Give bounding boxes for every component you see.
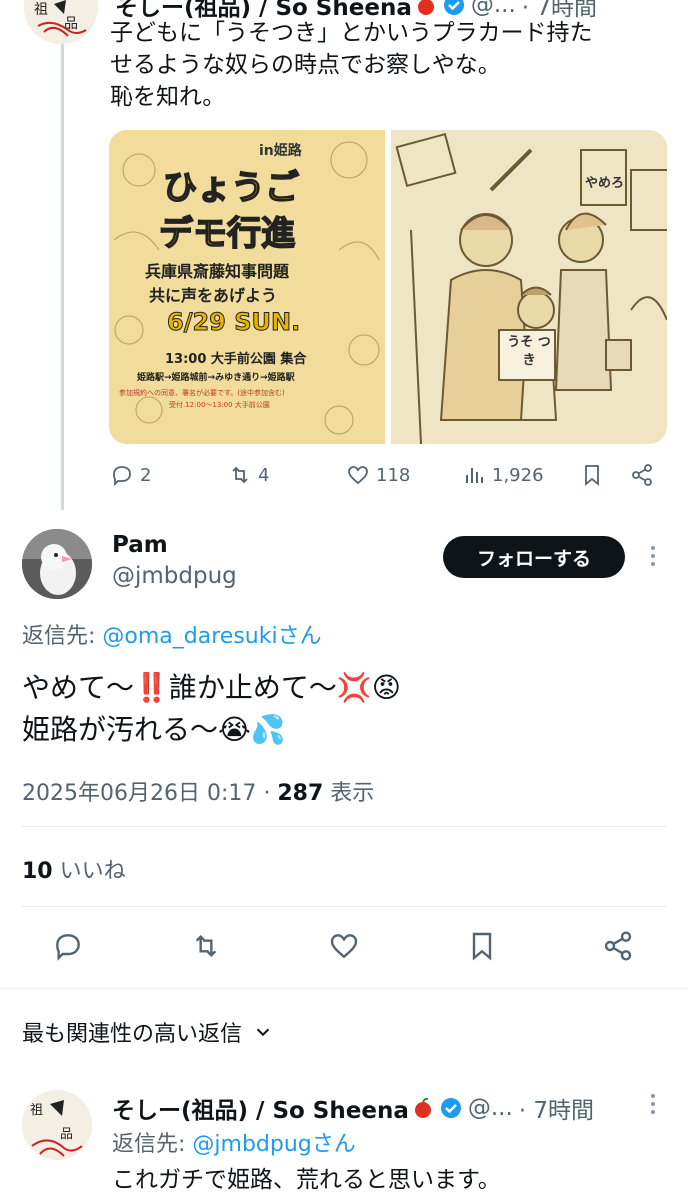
verified-badge-icon [443,0,465,16]
poster-route: 姫路駅→姫路城前→みゆき通り→姫路駅 [137,373,295,383]
share-icon [632,464,652,486]
like-button[interactable] [328,930,360,962]
handle: @... [467,1095,513,1121]
retweet-icon [195,934,217,958]
like-button[interactable]: 118 [346,463,410,487]
like-count: 118 [376,464,411,486]
tweet-header: そしー(祖品) / So Sheena @... · 7時間 [112,1091,594,1125]
reply-icon [56,934,80,961]
poster-notes: 参加規約への同意、署名が必要です。(途中参加含む) [119,389,285,397]
poster-subtitle: 兵庫県斎藤知事問題 [145,262,290,281]
poster-tag: in姫路 [259,143,302,159]
avatar[interactable]: 祖 品 [22,1090,92,1160]
reply-to-prefix: 返信先: [22,624,103,649]
likes-count: 10 [22,859,53,884]
reply-button[interactable]: 2 [110,463,151,487]
poster-date: 6/29 SUN. [166,308,301,337]
follow-button[interactable]: フォローする [443,536,625,578]
svg-text:祖: 祖 [30,1103,43,1118]
tweet-line: 姫路が汚れる〜😭💦 [22,713,286,746]
replies-sort-label: 最も関連性の高い返信 [22,1022,243,1047]
tweet-text-line: 子どもに「うそつき」とかいうプラカード持た [110,20,593,46]
tweet-text-line: せるような奴らの時点でお察しやな。 [110,52,501,78]
reply-to-handle[interactable]: @jmbdpugさん [192,1132,355,1157]
tweet-text-line: 恥を知れ。 [110,84,226,110]
divider [22,906,666,907]
handle-row: @jmbdpug [112,563,237,589]
poster-title: デモ行進 [158,213,296,255]
handle[interactable]: @jmbdpug [112,563,237,589]
views-label: 表示 [323,781,375,806]
views-count: 287 [277,781,324,806]
reply-to: 返信先: @oma_daresukiさん [22,618,322,650]
retweet-button[interactable] [190,930,222,962]
more-options-icon[interactable] [651,546,657,566]
share-button[interactable] [630,463,654,487]
svg-text:祖: 祖 [34,2,48,18]
tweet-text: 子どもに「うそつき」とかいうプラカード持た せるような奴らの時点でお察しやな。 … [110,17,670,113]
retweet-count: 4 [258,464,270,486]
thread-line [61,40,64,510]
poster-image[interactable]: in姫路 ひょうご デモ行進 兵庫県斎藤知事問題 共に声をあげよう 6/29 S… [109,130,385,444]
divider [0,988,688,989]
views-chart-icon [466,468,483,483]
share-button[interactable] [602,930,634,962]
views-button[interactable]: 1,926 [462,463,544,487]
likes-label: いいね [52,859,126,884]
bookmark-icon [585,465,599,486]
illustration-image[interactable]: やめろ うそ つき [391,130,667,444]
poster-meeting: 13:00 大手前公園 集合 [165,352,307,367]
poster-reception: 受付.12:00〜13:00 大手前公園 [169,401,270,409]
tweet-header: Pam [112,532,168,558]
timestamp[interactable]: 2025年06月26日 0:17 · [22,781,277,806]
tweet-text: これガチで姫路、荒れると思います。 [112,1167,501,1193]
heart-icon [330,934,358,959]
heart-icon [348,466,368,485]
chevron-down-icon [256,1028,270,1037]
retweet-icon [232,466,248,484]
bookmark-button[interactable] [580,463,604,487]
retweet-button[interactable]: 4 [228,463,269,487]
verified-badge-icon [440,1097,462,1119]
poster-title: ひょうご [162,167,300,209]
reply-button[interactable] [52,930,84,962]
tweet-meta: 2025年06月26日 0:17 · 287 表示 [22,775,374,807]
handle: @... [470,0,516,18]
likes-summary[interactable]: 10 いいね [22,853,126,885]
apple-icon [412,1097,434,1119]
share-icon [604,931,632,961]
illustration-sign: うそ つき [507,335,551,368]
apple-icon [415,0,437,16]
media-gallery: in姫路 ひょうご デモ行進 兵庫県斎藤知事問題 共に声をあげよう 6/29 S… [109,130,667,444]
display-name[interactable]: そしー(祖品) / So Sheena [112,1091,409,1125]
more-options-icon[interactable] [651,1094,657,1114]
reply-to-handle[interactable]: @oma_daresukiさん [102,624,321,649]
svg-text:品: 品 [60,1127,73,1142]
replies-sort-dropdown[interactable]: 最も関連性の高い返信 [22,1016,274,1048]
poster-subtitle: 共に声をあげよう [149,286,278,305]
tweet-body: やめて〜‼️誰か止めて〜💢😡 姫路が汚れる〜😭💦 [22,667,401,751]
bookmark-button[interactable] [466,930,498,962]
views-count: 1,926 [492,464,544,486]
reply-to-prefix: 返信先: [112,1132,193,1157]
avatar[interactable]: 祖 品 [24,0,98,44]
bookmark-icon [472,932,492,961]
illustration-sign: やめろ [585,176,625,191]
reply-to: 返信先: @jmbdpugさん [112,1126,356,1158]
time: · 7時間 [518,1098,595,1124]
display-name[interactable]: Pam [112,532,168,558]
reply-count: 2 [140,464,152,486]
avatar[interactable] [22,529,92,599]
reply-icon [113,466,131,487]
divider [22,826,666,827]
tweet-line: やめて〜‼️誰か止めて〜💢😡 [22,671,401,704]
